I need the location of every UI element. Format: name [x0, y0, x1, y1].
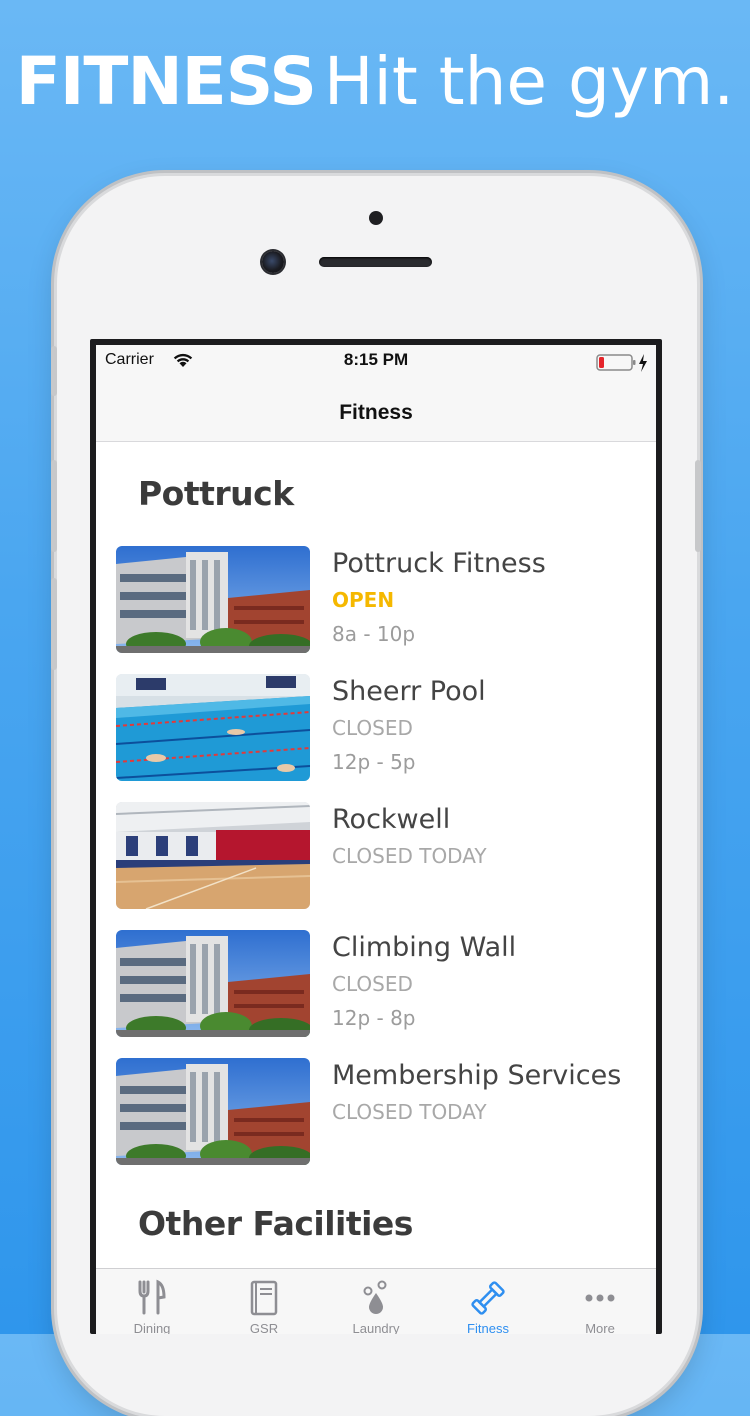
tab-laundry[interactable]: Laundry [320, 1269, 432, 1334]
status-badge: OPEN [332, 588, 395, 612]
battery-charging-icon [596, 354, 647, 372]
water-drops-icon [363, 1280, 387, 1314]
facility-row-climbing-wall[interactable]: Climbing Wall CLOSED 12p - 8p [116, 930, 636, 1038]
headline-light: Hit the gym. [323, 43, 735, 120]
tab-fitness[interactable]: Fitness [432, 1269, 544, 1334]
promo-headline: FITNESS Hit the gym. [0, 40, 750, 124]
fork-knife-icon [138, 1279, 166, 1315]
status-badge: CLOSED [332, 972, 413, 996]
tab-more[interactable]: More [544, 1269, 656, 1334]
book-icon [250, 1280, 278, 1316]
phone-sensor [369, 211, 383, 225]
navigation-bar: Fitness [96, 385, 656, 442]
facility-name: Climbing Wall [332, 932, 517, 963]
tab-bar: Dining GSR Laundry Fitness More [96, 1268, 656, 1334]
facility-row-pottruck-fitness[interactable]: Pottruck Fitness OPEN 8a - 10p [116, 546, 636, 654]
tab-gsr[interactable]: GSR [208, 1269, 320, 1334]
facility-hours: 8a - 10p [332, 622, 416, 646]
facility-list[interactable]: Pottruck Pottruck Fitness OPEN 8a - 10p … [96, 442, 656, 1268]
dumbbell-icon [471, 1281, 505, 1315]
phone-speaker [319, 257, 432, 267]
phone-volume-down [51, 578, 57, 670]
tab-label: GSR [249, 1321, 279, 1334]
building-photo [116, 930, 310, 1037]
facility-name: Pottruck Fitness [332, 548, 546, 579]
section-title-other-facilities: Other Facilities [138, 1204, 413, 1243]
gym-court-photo [116, 802, 310, 909]
facility-name: Sheerr Pool [332, 676, 486, 707]
status-badge: CLOSED [332, 716, 413, 740]
app-display: Carrier 8:15 PM Fitness Pottruck Pottruc… [96, 345, 656, 1334]
facility-hours: 12p - 5p [332, 750, 416, 774]
facility-hours: 12p - 8p [332, 1006, 416, 1030]
status-badge: CLOSED TODAY [332, 1100, 487, 1124]
more-dots-icon [585, 1294, 615, 1302]
phone-mute-switch [51, 346, 57, 396]
status-time: 8:15 PM [343, 350, 409, 369]
facility-name: Membership Services [332, 1060, 622, 1091]
facility-row-membership-services[interactable]: Membership Services CLOSED TODAY [116, 1058, 636, 1166]
building-photo [116, 1058, 310, 1165]
page-title: Fitness [339, 401, 413, 424]
phone-camera [262, 251, 284, 273]
tab-label: Dining [133, 1321, 171, 1334]
section-title-pottruck: Pottruck [138, 474, 294, 513]
headline-strong: FITNESS [15, 43, 317, 120]
tab-label: Fitness [467, 1321, 509, 1334]
pool-photo [116, 674, 310, 781]
tab-dining[interactable]: Dining [96, 1269, 208, 1334]
facility-row-rockwell[interactable]: Rockwell CLOSED TODAY [116, 802, 636, 910]
status-bar: Carrier 8:15 PM [96, 345, 656, 385]
tab-label: Laundry [352, 1321, 400, 1334]
phone-power-button [695, 460, 701, 552]
phone-volume-up [51, 460, 57, 552]
tab-label: More [585, 1321, 615, 1334]
building-photo [116, 546, 310, 653]
facility-name: Rockwell [332, 804, 451, 835]
facility-row-sheerr-pool[interactable]: Sheerr Pool CLOSED 12p - 5p [116, 674, 636, 782]
phone-screen: Carrier 8:15 PM Fitness Pottruck Pottruc… [90, 339, 662, 1334]
status-badge: CLOSED TODAY [332, 844, 487, 868]
